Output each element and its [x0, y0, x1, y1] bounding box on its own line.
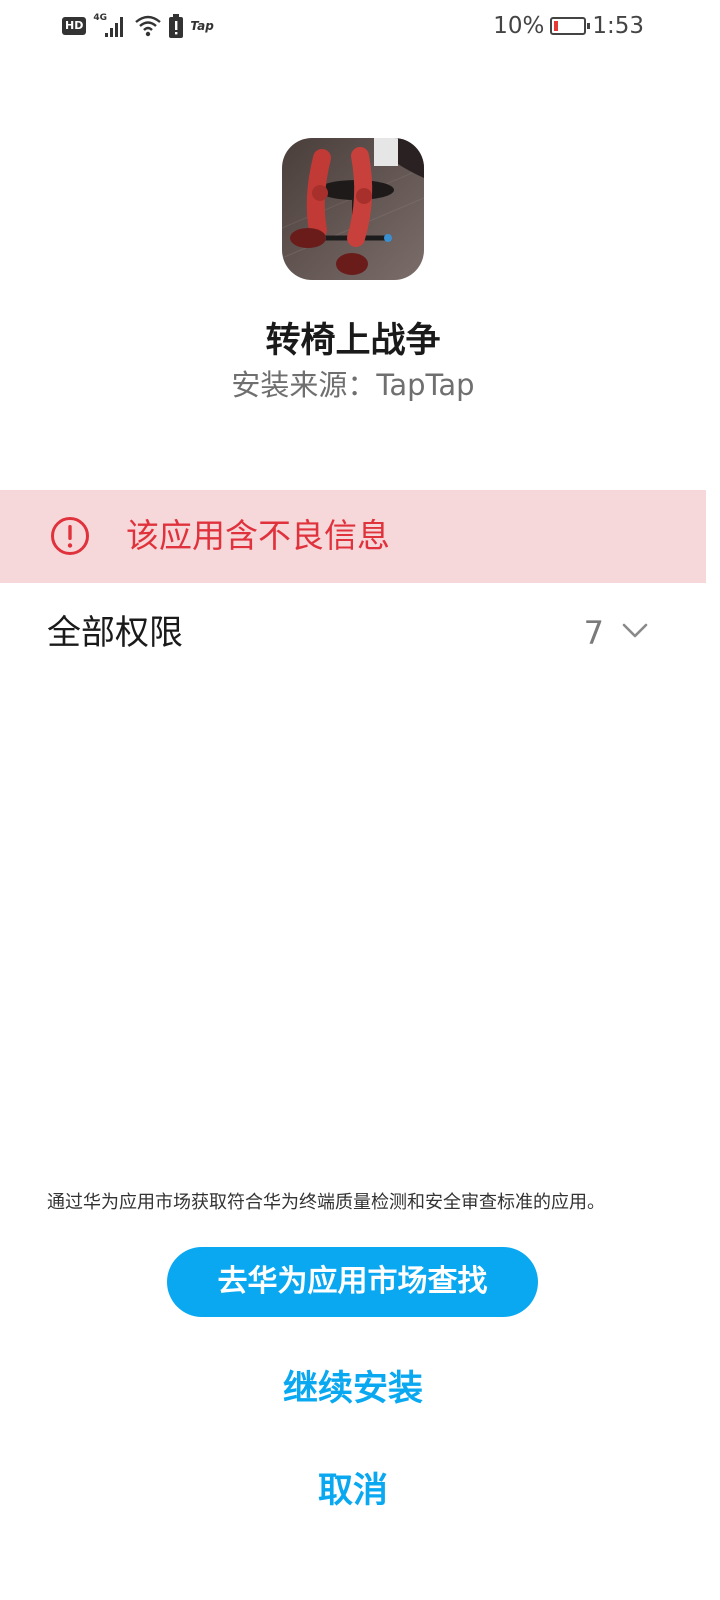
hd-badge: HD — [62, 17, 87, 35]
cancel-button[interactable]: 取消 — [0, 1462, 706, 1513]
exclamation-circle-icon — [51, 517, 89, 555]
huawei-store-notice: 通过华为应用市场获取符合华为终端质量检测和安全审查标准的应用。 — [47, 1192, 605, 1213]
warning-text: 该应用含不良信息 — [126, 516, 390, 555]
app-name: 转椅上战争 — [265, 321, 441, 361]
warning-banner: 该应用含不良信息 — [0, 490, 706, 583]
permissions-count: 7 — [583, 614, 604, 652]
permissions-title: 全部权限 — [47, 613, 183, 653]
chevron-down-icon[interactable] — [622, 622, 648, 640]
battery-alert-icon — [169, 14, 184, 38]
status-icons-right: 10% 1:53 — [493, 10, 644, 42]
clock: 1:53 — [592, 13, 644, 39]
continue-install-button[interactable]: 继续安装 — [0, 1360, 706, 1411]
taptap-notification-icon: Tap — [190, 19, 214, 33]
battery-icon — [550, 17, 591, 35]
all-permissions-row[interactable]: 全部权限 7 — [0, 600, 706, 666]
install-screen: HD 4G Tap 10% 1:53 转椅上战争 安装来源：TapTap 该应用… — [0, 0, 720, 1600]
wifi-icon — [135, 15, 162, 37]
go-to-huawei-appgallery-button[interactable]: 去华为应用市场查找 — [167, 1247, 538, 1317]
battery-percent: 10% — [493, 13, 545, 39]
install-source: 安装来源：TapTap — [231, 368, 475, 402]
status-bar: HD 4G Tap 10% 1:53 — [0, 0, 720, 52]
status-icons-left: HD 4G Tap — [62, 12, 214, 40]
cellular-signal-icon: 4G — [93, 13, 127, 39]
office-chair-game-icon — [282, 138, 424, 280]
